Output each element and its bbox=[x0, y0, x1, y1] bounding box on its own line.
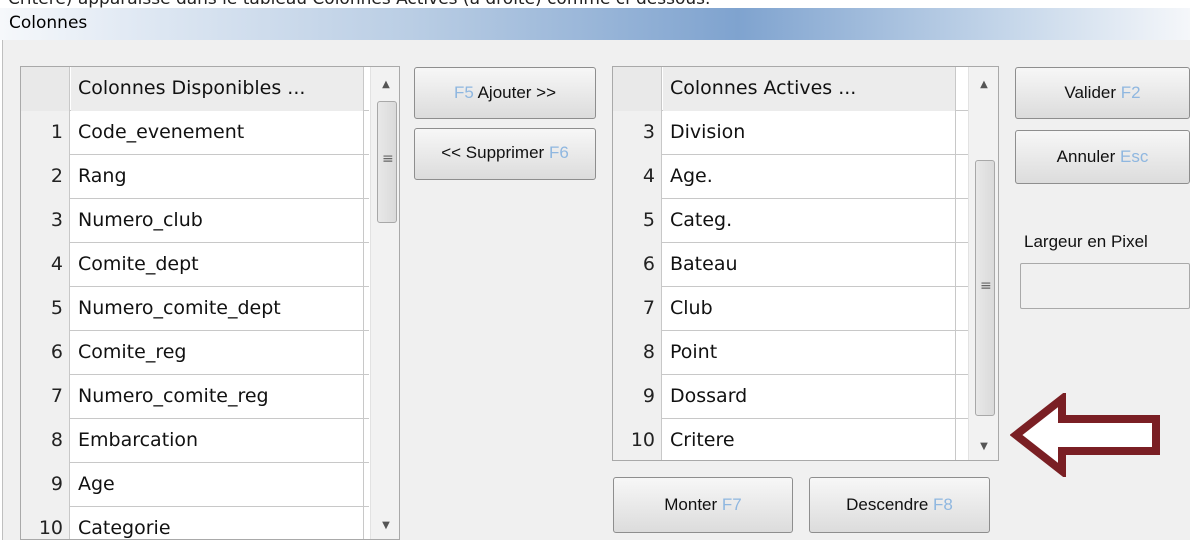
table-row[interactable]: 6 Comite_reg bbox=[21, 331, 369, 375]
table-row[interactable]: 4 Age. bbox=[613, 155, 968, 199]
scroll-up-icon[interactable]: ▲ bbox=[371, 79, 399, 90]
table-row[interactable]: 10 Categorie bbox=[21, 507, 369, 539]
row-number: 4 bbox=[21, 243, 70, 287]
move-down-button[interactable]: Descendre F8 bbox=[809, 477, 990, 533]
column-name-cell[interactable]: Numero_comite_reg bbox=[71, 375, 364, 419]
active-columns-grid[interactable]: Colonnes Actives ... 3 Division 4 Age. 5… bbox=[612, 66, 999, 461]
shortcut-key: F8 bbox=[933, 495, 953, 514]
remove-column-button[interactable]: << Supprimer F6 bbox=[414, 128, 596, 180]
validate-button[interactable]: Valider F2 bbox=[1015, 67, 1190, 119]
column-name-cell[interactable]: Bateau bbox=[663, 243, 956, 287]
column-name-cell[interactable]: Dossard bbox=[663, 375, 956, 419]
shortcut-key: F2 bbox=[1120, 83, 1141, 102]
window-title: Colonnes bbox=[9, 13, 88, 33]
scroll-thumb[interactable]: ≡ bbox=[377, 101, 397, 223]
table-row[interactable]: 9 Dossard bbox=[613, 375, 968, 419]
row-number: 3 bbox=[613, 111, 662, 155]
table-row[interactable]: 1 Code_evenement bbox=[21, 111, 369, 155]
table-row[interactable]: 3 Division bbox=[613, 111, 968, 155]
scroll-down-icon[interactable]: ▼ bbox=[371, 520, 399, 531]
row-number: 9 bbox=[613, 375, 662, 419]
column-name-cell[interactable]: Numero_comite_dept bbox=[71, 287, 364, 331]
shortcut-key: F5 bbox=[453, 83, 474, 102]
scroll-thumb[interactable]: ≡ bbox=[975, 160, 995, 416]
row-number: 5 bbox=[21, 287, 70, 331]
row-number: 9 bbox=[21, 463, 70, 507]
grip-icon: ≡ bbox=[382, 151, 394, 167]
row-number: 1 bbox=[21, 111, 70, 155]
row-number: 8 bbox=[21, 419, 70, 463]
active-columns-header[interactable]: Colonnes Actives ... bbox=[663, 67, 956, 111]
move-up-button[interactable]: Monter F7 bbox=[613, 477, 793, 533]
column-name-cell[interactable]: Embarcation bbox=[71, 419, 364, 463]
column-name-cell[interactable]: Comite_reg bbox=[71, 331, 364, 375]
table-row[interactable]: 3 Numero_club bbox=[21, 199, 369, 243]
column-name-cell[interactable]: Division bbox=[663, 111, 956, 155]
column-name-cell[interactable]: Code_evenement bbox=[71, 111, 364, 155]
available-columns-grid[interactable]: Colonnes Disponibles ... 1 Code_evenemen… bbox=[20, 66, 400, 540]
validate-label: Valider bbox=[1064, 83, 1121, 102]
width-label: Largeur en Pixel bbox=[1024, 232, 1148, 251]
row-number: 3 bbox=[21, 199, 70, 243]
row-number: 6 bbox=[21, 331, 70, 375]
active-columns-scrollbar[interactable]: ▲ ≡ ▼ bbox=[968, 67, 998, 460]
row-number: 7 bbox=[613, 287, 662, 331]
grip-icon: ≡ bbox=[980, 278, 992, 294]
row-number: 10 bbox=[21, 507, 70, 539]
shortcut-key: F7 bbox=[721, 495, 742, 514]
add-label: Ajouter >> bbox=[473, 83, 557, 102]
column-name-cell[interactable]: Numero_club bbox=[71, 199, 364, 243]
cancel-button[interactable]: Annuler Esc bbox=[1015, 130, 1190, 184]
row-number: 6 bbox=[613, 243, 662, 287]
row-number: 8 bbox=[613, 331, 662, 375]
scroll-down-icon[interactable]: ▼ bbox=[969, 441, 998, 452]
table-row[interactable]: 8 Embarcation bbox=[21, 419, 369, 463]
left-arrow-icon bbox=[1010, 393, 1160, 477]
table-row[interactable]: 4 Comite_dept bbox=[21, 243, 369, 287]
table-row[interactable]: 5 Numero_comite_dept bbox=[21, 287, 369, 331]
column-name-cell[interactable]: Critere bbox=[663, 419, 956, 460]
remove-label: << Supprimer bbox=[441, 143, 549, 162]
row-number: 2 bbox=[21, 155, 70, 199]
cancel-label: Annuler bbox=[1056, 147, 1120, 166]
table-row[interactable]: 5 Categ. bbox=[613, 199, 968, 243]
table-row[interactable]: 8 Point bbox=[613, 331, 968, 375]
width-input[interactable] bbox=[1020, 263, 1190, 309]
row-number: 5 bbox=[613, 199, 662, 243]
column-name-cell[interactable]: Rang bbox=[71, 155, 364, 199]
column-name-cell[interactable]: Club bbox=[663, 287, 956, 331]
shortcut-key: F6 bbox=[548, 143, 569, 162]
row-number: 7 bbox=[21, 375, 70, 419]
table-row[interactable]: 9 Age bbox=[21, 463, 369, 507]
column-name-cell[interactable]: Point bbox=[663, 331, 956, 375]
row-number-header bbox=[21, 67, 70, 111]
table-row[interactable]: 10 Critere bbox=[613, 419, 968, 460]
column-name-cell[interactable]: Age. bbox=[663, 155, 956, 199]
table-row[interactable]: 6 Bateau bbox=[613, 243, 968, 287]
row-number-header bbox=[613, 67, 662, 111]
column-name-cell[interactable]: Age bbox=[71, 463, 364, 507]
scroll-up-icon[interactable]: ▲ bbox=[969, 79, 998, 90]
available-columns-scrollbar[interactable]: ▲ ≡ ▼ bbox=[370, 67, 399, 539]
available-columns-header[interactable]: Colonnes Disponibles ... bbox=[71, 67, 364, 111]
move-up-label: Monter bbox=[664, 495, 722, 514]
window-title-bar: Colonnes bbox=[0, 8, 1190, 40]
add-column-button[interactable]: F5 Ajouter >> bbox=[414, 67, 596, 119]
grid-header-row: Colonnes Actives ... bbox=[613, 67, 968, 111]
grid-header-row: Colonnes Disponibles ... bbox=[21, 67, 369, 111]
table-row[interactable]: 7 Numero_comite_reg bbox=[21, 375, 369, 419]
row-number: 10 bbox=[613, 419, 662, 460]
shortcut-key: Esc bbox=[1119, 147, 1149, 166]
table-row[interactable]: 2 Rang bbox=[21, 155, 369, 199]
row-number: 4 bbox=[613, 155, 662, 199]
column-name-cell[interactable]: Comite_dept bbox=[71, 243, 364, 287]
column-name-cell[interactable]: Categ. bbox=[663, 199, 956, 243]
column-name-cell[interactable]: Categorie bbox=[71, 507, 364, 539]
move-down-label: Descendre bbox=[846, 495, 934, 514]
table-row[interactable]: 7 Club bbox=[613, 287, 968, 331]
